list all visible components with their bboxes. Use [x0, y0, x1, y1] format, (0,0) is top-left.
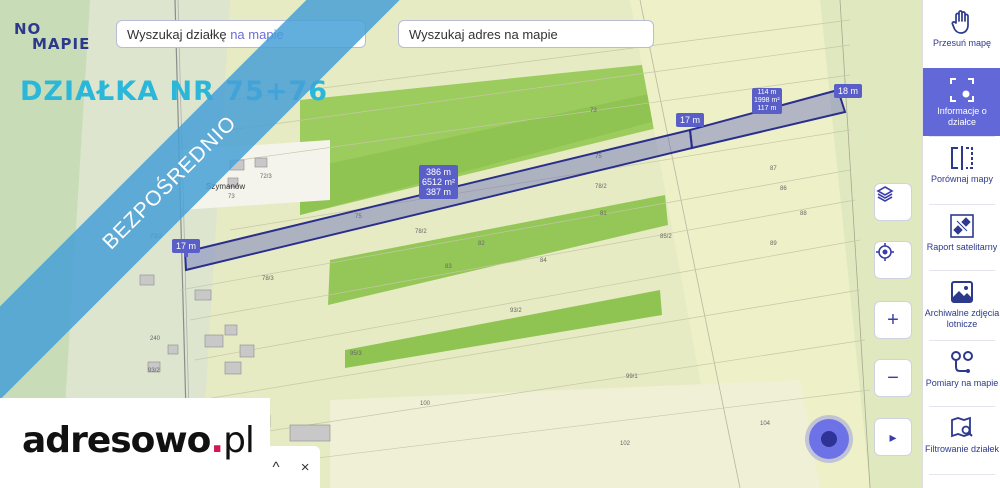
parcel-a-area: 6512 m² — [422, 177, 456, 187]
svg-text:87: 87 — [770, 166, 777, 172]
measure-label-right-edge: 18 m — [834, 84, 863, 98]
svg-text:102: 102 — [620, 441, 631, 447]
mini-panel: ^ × — [262, 446, 320, 488]
sidebar-item-parcel-info[interactable]: Informacje o działce — [923, 68, 1000, 136]
svg-text:72/3: 72/3 — [260, 174, 272, 180]
search-address-input[interactable]: Wyszukaj adres na mapie — [398, 20, 654, 48]
svg-text:73: 73 — [590, 108, 597, 114]
zoom-out-button[interactable]: − — [874, 359, 912, 397]
measure-icon — [948, 348, 976, 376]
svg-text:240: 240 — [150, 336, 161, 342]
search-parcel-text: Wyszukaj działkę — [127, 27, 231, 42]
compare-icon — [948, 144, 976, 172]
chat-icon — [821, 431, 837, 447]
sidebar-item-label: Filtrowanie działek — [924, 444, 1000, 454]
parcel-b-length-bottom: 117 m — [757, 105, 777, 112]
svg-text:81: 81 — [600, 211, 607, 217]
zoom-in-icon: + — [887, 308, 899, 331]
svg-text:86: 86 — [780, 186, 787, 192]
svg-text:82: 82 — [478, 241, 485, 247]
sidebar-item-label: Raport satelitarny — [926, 242, 998, 252]
parcel-b-length-top: 114 m — [757, 89, 777, 96]
svg-text:93/2: 93/2 — [148, 368, 160, 374]
nomapie-logo[interactable]: NO MAPIE — [14, 22, 90, 52]
brand-dot: . — [210, 420, 224, 461]
sidebar-item-label: Przesuń mapę — [932, 38, 992, 48]
expand-arrow-icon: ▸ — [889, 428, 897, 445]
parcel-a-length-bottom: 387 m — [426, 187, 452, 197]
svg-text:83: 83 — [445, 264, 452, 270]
parcel-b-measures: 114 m 1998 m² 117 m — [752, 88, 782, 114]
svg-text:99/1: 99/1 — [626, 374, 638, 380]
zoom-in-button[interactable]: + — [874, 301, 912, 339]
svg-text:93/2: 93/2 — [510, 308, 522, 314]
adresowo-watermark: adresowo.pl — [0, 398, 270, 488]
svg-text:78/2: 78/2 — [415, 229, 427, 235]
collapse-up-icon[interactable]: ^ — [273, 459, 280, 476]
svg-text:73/2: 73/2 — [150, 234, 162, 240]
brand-tld: pl — [223, 420, 255, 461]
sidebar-item-satellite[interactable]: Raport satelitarny — [923, 204, 1000, 272]
svg-text:89: 89 — [770, 241, 777, 247]
locate-button[interactable] — [874, 241, 912, 279]
svg-text:85/2: 85/2 — [660, 234, 672, 240]
search-address-text: Wyszukaj adres na mapie — [409, 27, 558, 42]
tool-sidebar: Przesuń mapę Informacje o działce Porówn… — [922, 0, 1000, 488]
layers-button[interactable] — [874, 183, 912, 221]
svg-text:88: 88 — [800, 211, 807, 217]
sidebar-item-label: Informacje o działce — [937, 106, 987, 127]
expand-panel-button[interactable]: ▸ — [874, 418, 912, 456]
parcel-b-area: 1998 m² — [754, 97, 780, 104]
photo-icon — [948, 278, 976, 306]
svg-text:100: 100 — [420, 401, 431, 407]
parcel-a-length-top: 386 m — [426, 167, 452, 177]
filter-icon — [948, 414, 976, 442]
sidebar-item-measure[interactable]: Pomiary na mapie — [923, 340, 1000, 408]
zoom-out-icon: − — [887, 366, 899, 389]
sidebar-item-label: Porównaj mapy — [930, 174, 994, 184]
sidebar-item-archive-photos[interactable]: Archiwalne zdjęcia lotnicze — [923, 270, 1000, 338]
search-parcel-highlight: na mapie — [230, 27, 284, 42]
svg-text:95/3: 95/3 — [350, 351, 362, 357]
sidebar-item-label: Pomiary na mapie — [925, 378, 999, 388]
svg-text:78/2: 78/2 — [595, 184, 607, 190]
locate-icon — [876, 243, 894, 261]
place-name-label: Szymanów — [206, 182, 246, 191]
logo-line2: MAPIE — [32, 35, 91, 53]
svg-text:73: 73 — [228, 194, 235, 200]
sidebar-item-label: Archiwalne zdjęcia lotnicze — [924, 308, 1000, 329]
page-title: DZIAŁKA NR 75+76 — [20, 76, 329, 107]
sidebar-item-compare[interactable]: Porównaj mapy — [923, 136, 1000, 204]
brand-name: adresowo — [22, 420, 211, 461]
sidebar-item-filter[interactable]: Filtrowanie działek — [923, 406, 1000, 474]
svg-text:78/3: 78/3 — [262, 276, 274, 282]
layers-icon — [876, 186, 894, 202]
sidebar-item-pan[interactable]: Przesuń mapę — [923, 0, 1000, 68]
parcel-a-measures: 386 m 6512 m² 387 m — [419, 165, 459, 199]
svg-text:84: 84 — [540, 258, 547, 264]
search-parcel-input[interactable]: Wyszukaj działkę na mapie — [116, 20, 366, 48]
svg-text:104: 104 — [760, 421, 771, 427]
parcel-info-icon — [948, 76, 976, 104]
measure-pin-left — [184, 251, 188, 257]
close-icon[interactable]: × — [301, 459, 310, 476]
satellite-icon — [948, 212, 976, 240]
measure-label-mid-edge: 17 m — [676, 113, 705, 127]
chat-bubble-button[interactable] — [809, 419, 849, 459]
map-canvas[interactable]: 7375 7578/2 78/281 8283 8485/2 8786 8889… — [0, 0, 922, 488]
hand-icon — [948, 8, 976, 36]
